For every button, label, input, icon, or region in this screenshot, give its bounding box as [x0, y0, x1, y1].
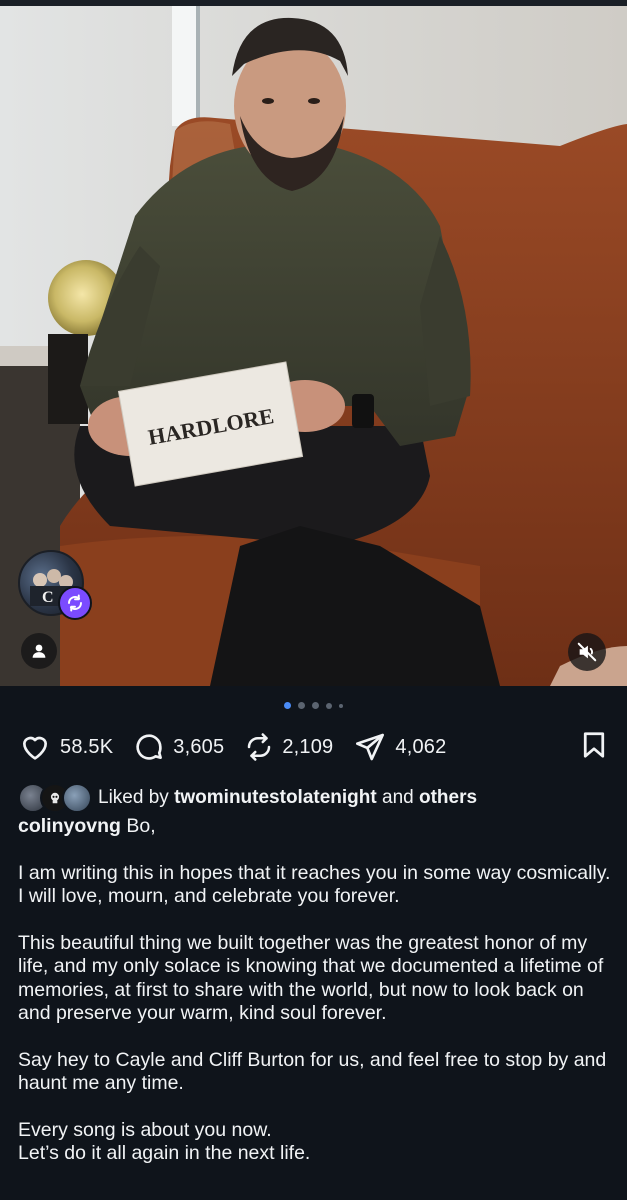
liked-by-prefix: Liked by	[98, 787, 169, 808]
repost-badge-icon	[58, 586, 92, 620]
caption-paragraph: I am writing this in hopes that it reach…	[18, 861, 611, 908]
caption-username[interactable]: colinyovng	[18, 815, 121, 837]
repost-icon	[248, 733, 271, 761]
post-photo: HARDLORE	[0, 6, 627, 686]
pager-dot[interactable]	[339, 703, 343, 708]
tagged-users-button[interactable]	[21, 633, 57, 669]
bookmark-icon	[583, 731, 605, 758]
share-button[interactable]: 4,062	[353, 731, 446, 763]
like-button[interactable]: 58.5K	[18, 731, 113, 763]
save-button[interactable]	[579, 729, 609, 766]
pager-dot[interactable]	[298, 702, 305, 709]
liked-by-others-link[interactable]: others	[419, 787, 477, 809]
comment-count: 3,605	[173, 735, 225, 758]
carousel-pager	[0, 702, 627, 709]
repost-count: 2,109	[282, 735, 334, 758]
pager-dot[interactable]	[312, 702, 319, 709]
comment-bubble-icon	[136, 734, 163, 760]
repost-button[interactable]: 2,109	[244, 732, 333, 762]
like-count: 58.5K	[60, 735, 114, 758]
paper-plane-icon	[356, 733, 385, 761]
comment-button[interactable]: 3,605	[133, 731, 224, 763]
caption-paragraph: Say hey to Cayle and Cliff Burton for us…	[18, 1048, 607, 1095]
share-count: 4,062	[395, 735, 447, 758]
speaker-muted-icon	[577, 642, 597, 662]
liked-by-user-link[interactable]: twominutestolatenight	[174, 787, 377, 809]
liked-by-conjunction: and	[382, 787, 414, 808]
liker-avatars	[18, 783, 92, 813]
pager-dot[interactable]	[284, 702, 291, 709]
caption-first-line: Bo,	[126, 815, 156, 837]
heart-icon	[23, 736, 47, 760]
post-media[interactable]: HARDLORE C	[0, 6, 627, 686]
liked-by-row[interactable]: Liked by twominutestolatenight and other…	[18, 783, 477, 813]
post-caption: colinyovng Bo, I am writing this in hope…	[18, 815, 613, 1189]
svg-text:C: C	[42, 589, 54, 606]
caption-paragraph: Every song is about you now. Let’s do it…	[18, 1118, 311, 1165]
action-bar: 58.5K 3,605 2,109 4,062	[18, 728, 609, 766]
mute-toggle-button[interactable]	[568, 633, 606, 671]
pager-dot[interactable]	[326, 702, 332, 709]
caption-paragraph: This beautiful thing we built together w…	[18, 931, 604, 1025]
avatar	[62, 783, 92, 813]
author-avatar[interactable]: C	[18, 550, 92, 620]
user-icon	[32, 644, 46, 658]
